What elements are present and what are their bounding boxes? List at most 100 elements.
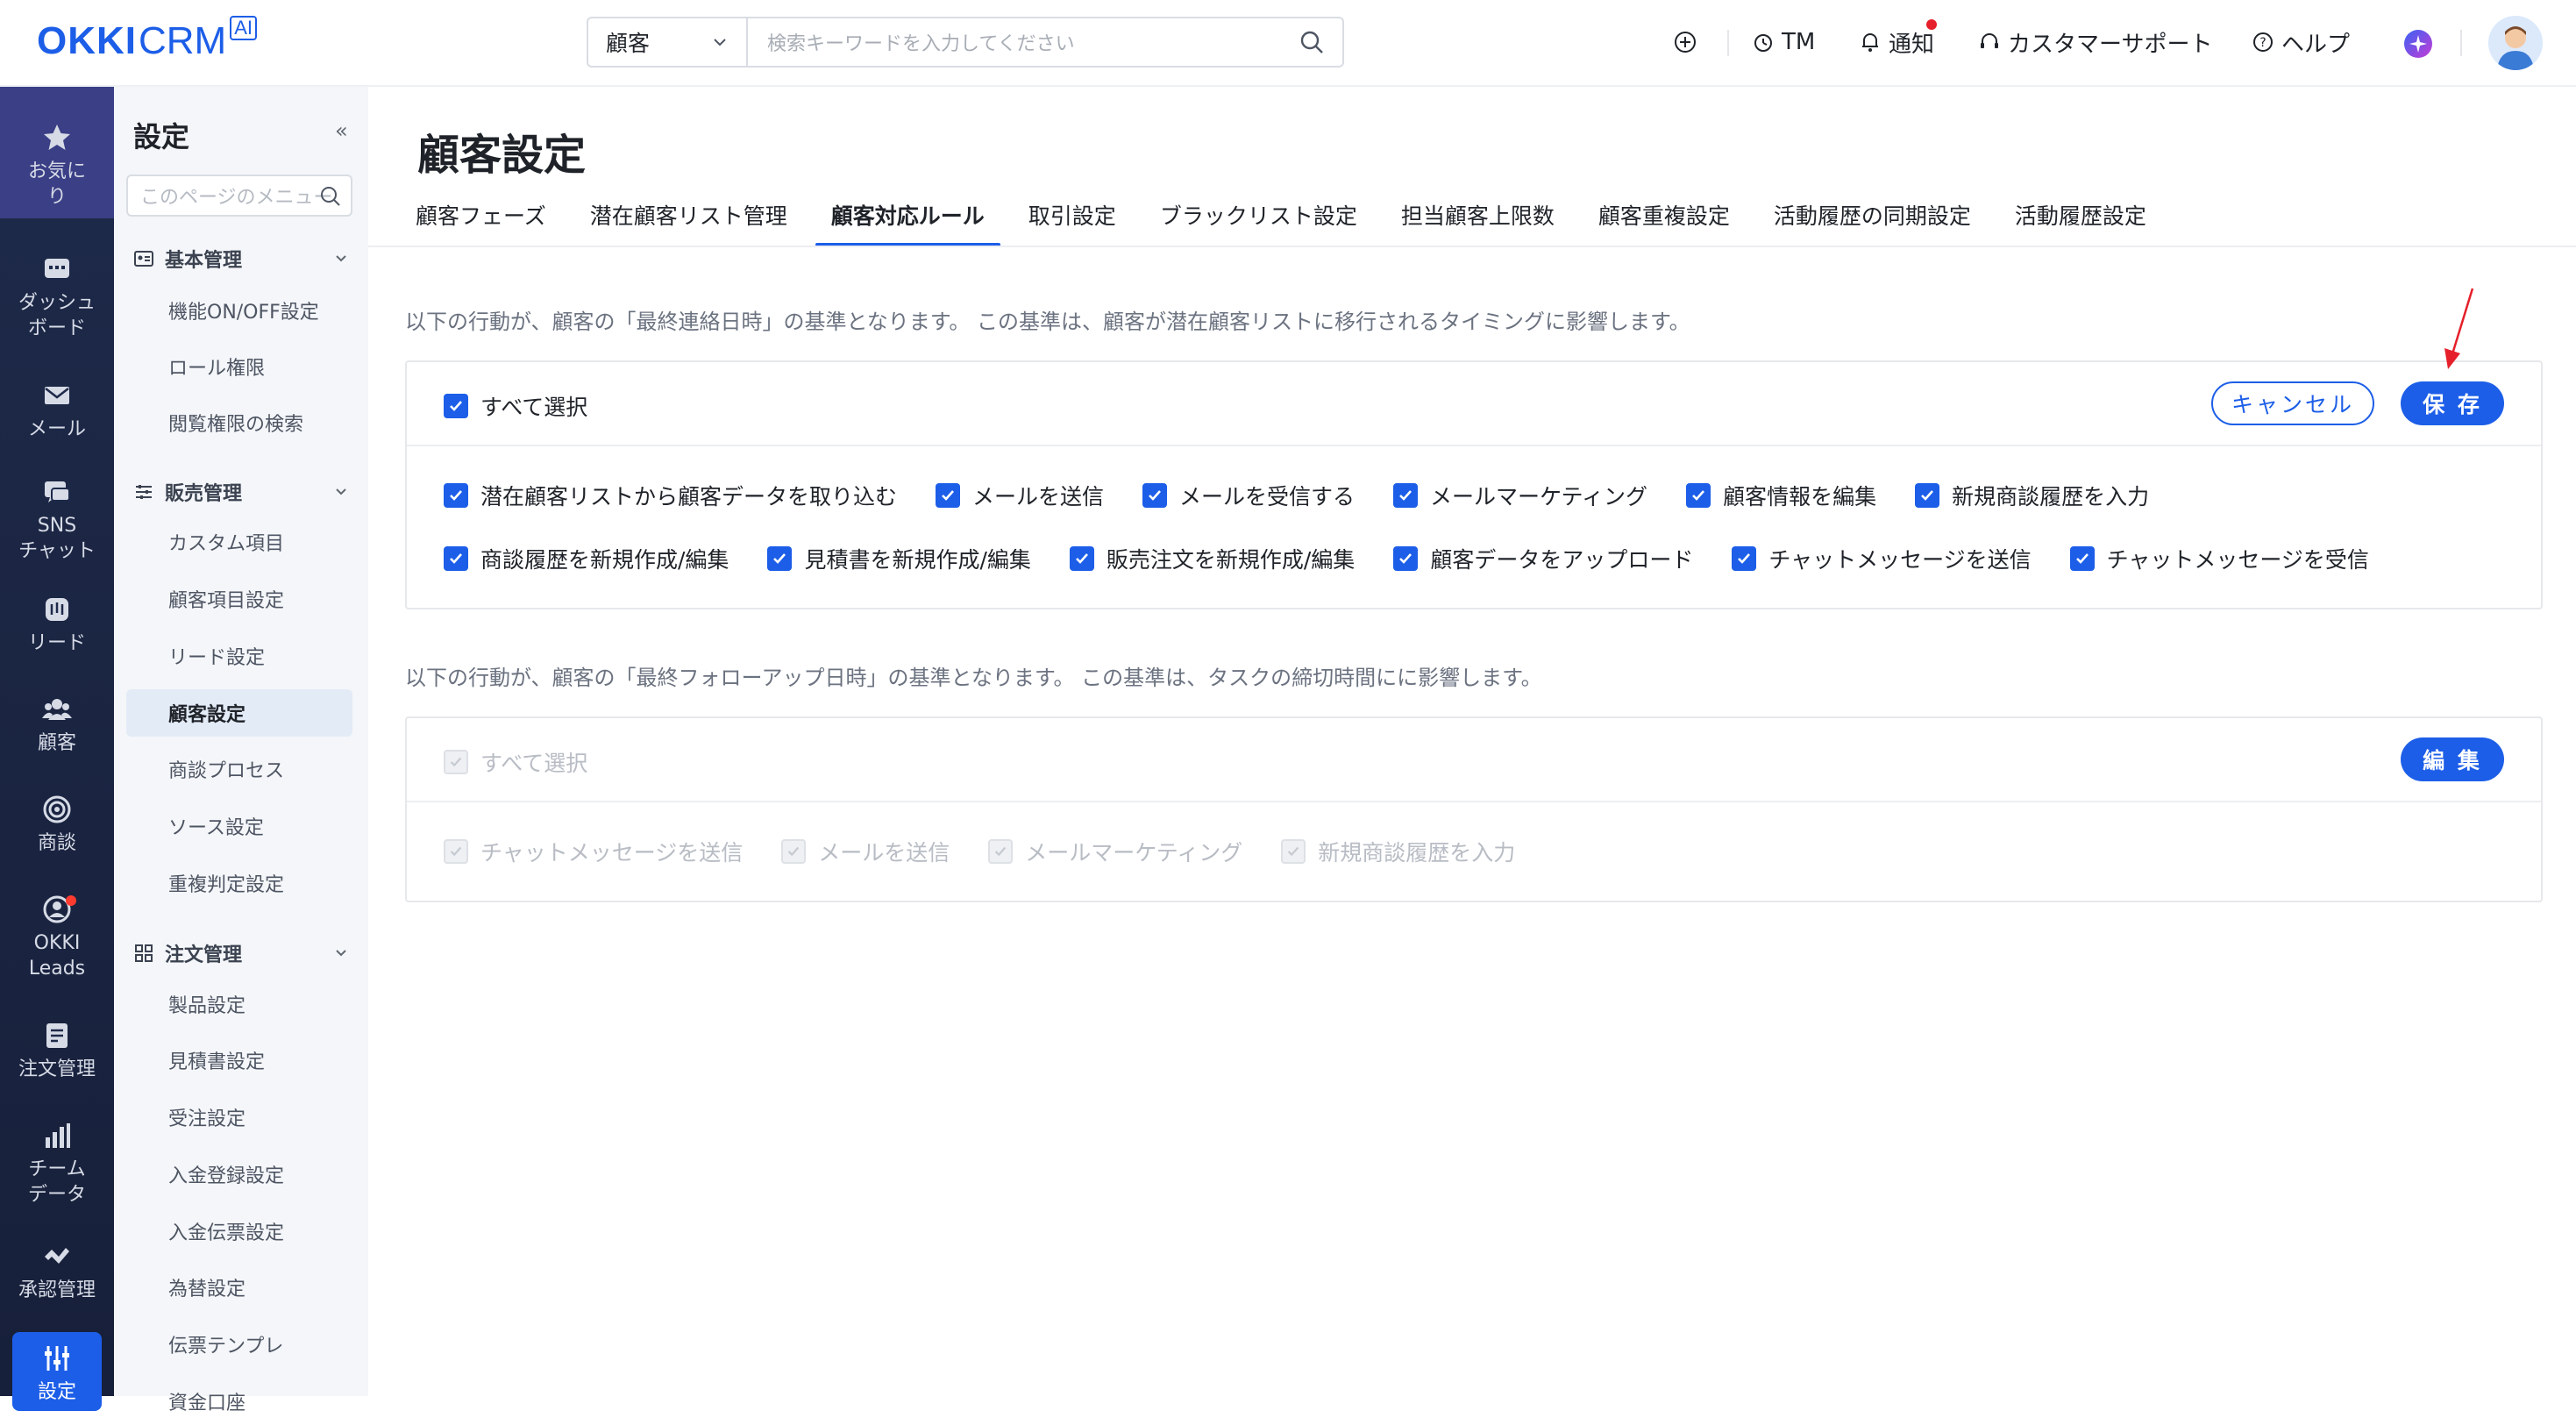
nav-orders[interactable]: 注文管理 [0,1020,114,1082]
save-button[interactable]: 保 存 [2401,381,2504,425]
id-card-icon [134,251,153,267]
menu-item[interactable]: 顧客項目設定 [126,575,352,623]
tm-button[interactable]: TM [1752,25,1815,60]
orders-icon [46,1023,68,1048]
menu-item[interactable]: 資金口座 [126,1378,352,1425]
nav-leads[interactable]: リード [0,594,114,656]
checkbox-checked-icon [1069,546,1094,571]
chevron-down-icon [336,950,346,957]
top-bar: OKKI CRM AI 顧客 検索キーワードを入力してください TM 通知 カス… [0,0,2576,87]
divider [2460,30,2462,56]
menu-item[interactable]: 機能ON/OFF設定 [126,287,352,334]
nav-label: お気に [27,160,86,182]
tab-customer-limit[interactable]: 担当顧客上限数 [1385,197,1570,246]
nav-favorites[interactable]: お気に り [0,87,114,218]
collapse-icon[interactable]: « [335,118,348,143]
menu-item[interactable]: 見積書設定 [126,1037,352,1084]
option-checkbox[interactable]: チャットメッセージを送信 [1732,543,2032,574]
menu-item-customer-settings[interactable]: 顧客設定 [126,689,352,737]
option-checkbox[interactable]: チャットメッセージを受信 [2069,543,2369,574]
nav-team-data[interactable]: チーム データ [0,1120,114,1208]
menu-item[interactable]: 入金登録設定 [126,1151,352,1198]
option-checkbox[interactable]: 新規商談履歴を入力 [1915,480,2149,511]
checkbox-label: すべて選択 [480,751,588,776]
customer-support-button[interactable]: カスタマーサポート [1978,25,2212,60]
search-scope-select[interactable]: 顧客 [588,18,748,66]
checkbox-row-1: 潜在顧客リストから顧客データを取り込む メールを送信 メールを受信する メールマ… [444,480,2149,511]
nav-customers[interactable]: 顧客 [0,694,114,756]
option-checkbox[interactable]: 潜在顧客リストから顧客データを取り込む [444,480,897,511]
nav-okki-leads[interactable]: OKKI Leads [0,894,114,981]
avatar-image [2488,16,2543,70]
checkbox-row-2: 商談履歴を新規作成/編集 見積書を新規作成/編集 販売注文を新規作成/編集 顧客… [444,543,2369,574]
tab-customer-phase[interactable]: 顧客フェーズ [400,197,562,246]
option-checkbox[interactable]: メールを受信する [1142,480,1355,511]
menu-item[interactable]: 受注設定 [126,1094,352,1141]
menu-item[interactable]: 商談プロセス [126,745,352,793]
option-checkbox[interactable]: 販売注文を新規作成/編集 [1069,543,1355,574]
menu-item[interactable]: 伝票テンプレ [126,1321,352,1368]
menu-item[interactable]: 為替設定 [126,1264,352,1311]
cancel-button[interactable]: キャンセル [2211,381,2374,425]
notification-button[interactable]: 通知 [1859,25,1934,60]
option-checkbox-disabled: メールを送信 [781,836,950,867]
svg-text:?: ? [2259,36,2266,50]
select-all-checkbox[interactable]: すべて選択 [444,390,587,422]
tab-duplicate[interactable]: 顧客重複設定 [1583,197,1746,246]
tab-activity-settings[interactable]: 活動履歴設定 [1999,197,2162,246]
nav-label: ダッシュ [18,292,96,314]
group-order-management[interactable]: 注文管理 [133,939,349,967]
okki-crm-logo[interactable]: OKKI CRM AI [37,16,257,68]
option-checkbox[interactable]: メールを送信 [936,480,1104,511]
help-button[interactable]: ? ヘルプ [2252,25,2350,60]
nav-settings[interactable]: 設定 [12,1332,102,1411]
menu-item[interactable]: ソース設定 [126,802,352,850]
option-checkbox[interactable]: 商談履歴を新規作成/編集 [444,543,729,574]
menu-item[interactable]: 入金伝票設定 [126,1208,352,1255]
ai-assistant-button[interactable] [2402,26,2434,61]
option-checkbox[interactable]: 顧客情報を編集 [1686,480,1876,511]
nav-sns-chat[interactable]: SNS チャット [0,476,114,564]
nav-deals[interactable]: 商談 [0,794,114,856]
menu-item[interactable]: カスタム項目 [126,518,352,566]
menu-item[interactable]: 重複判定設定 [126,859,352,907]
option-checkbox[interactable]: メールマーケティング [1393,480,1647,511]
option-checkbox[interactable]: 見積書を新規作成/編集 [767,543,1031,574]
checkbox-label: 顧客データをアップロード [1430,547,1694,573]
notification-label: 通知 [1889,31,1935,58]
primary-sidebar: お気に り ダッシュ ボード メール SNS チャット リード 顧客 商談 OK… [0,87,114,1411]
tab-blacklist[interactable]: ブラックリスト設定 [1144,197,1373,246]
group-sales-management[interactable]: 販売管理 [133,478,349,506]
menu-search-input[interactable]: このページのメニュー [126,175,352,217]
checkbox-checked-icon [1393,483,1419,508]
menu-item[interactable]: ロール権限 [126,343,352,390]
add-button[interactable] [1673,25,1697,60]
option-checkbox[interactable]: 顧客データをアップロード [1393,543,1693,574]
search-input[interactable]: 検索キーワードを入力してください [748,28,1281,56]
group-basic-management[interactable]: 基本管理 [133,245,349,273]
menu-search-placeholder: このページのメニュー [140,187,333,209]
search-icon[interactable] [1281,30,1342,54]
panel-header: すべて選択 キャンセル 保 存 [407,362,2541,446]
nav-approvals[interactable]: 承認管理 [0,1241,114,1303]
checkbox-checked-icon [2069,546,2095,571]
tab-activity-sync[interactable]: 活動履歴の同期設定 [1758,197,1987,246]
group-label: 基本管理 [165,250,243,272]
menu-item[interactable]: リード設定 [126,632,352,680]
tab-transaction[interactable]: 取引設定 [1013,197,1132,246]
option-checkbox-disabled: チャットメッセージを送信 [444,836,743,867]
user-avatar[interactable] [2488,16,2543,70]
menu-item[interactable]: 製品設定 [126,980,352,1028]
nav-label: リード [27,632,86,654]
nav-dashboard[interactable]: ダッシュ ボード [0,253,114,341]
nav-mail[interactable]: メール [0,380,114,442]
menu-item[interactable]: 閲覧権限の検索 [126,399,352,446]
checkbox-label: メールを送信 [818,840,950,866]
tab-potential-list[interactable]: 潜在顧客リスト管理 [574,197,803,246]
checkbox-disabled-icon [444,750,468,774]
logo-sub: CRM [139,19,227,62]
tab-customer-rules[interactable]: 顧客対応ルール [815,197,1000,246]
nav-label: 設定 [37,1381,76,1403]
edit-button[interactable]: 編 集 [2401,737,2504,781]
nav-label: チーム [28,1158,86,1180]
